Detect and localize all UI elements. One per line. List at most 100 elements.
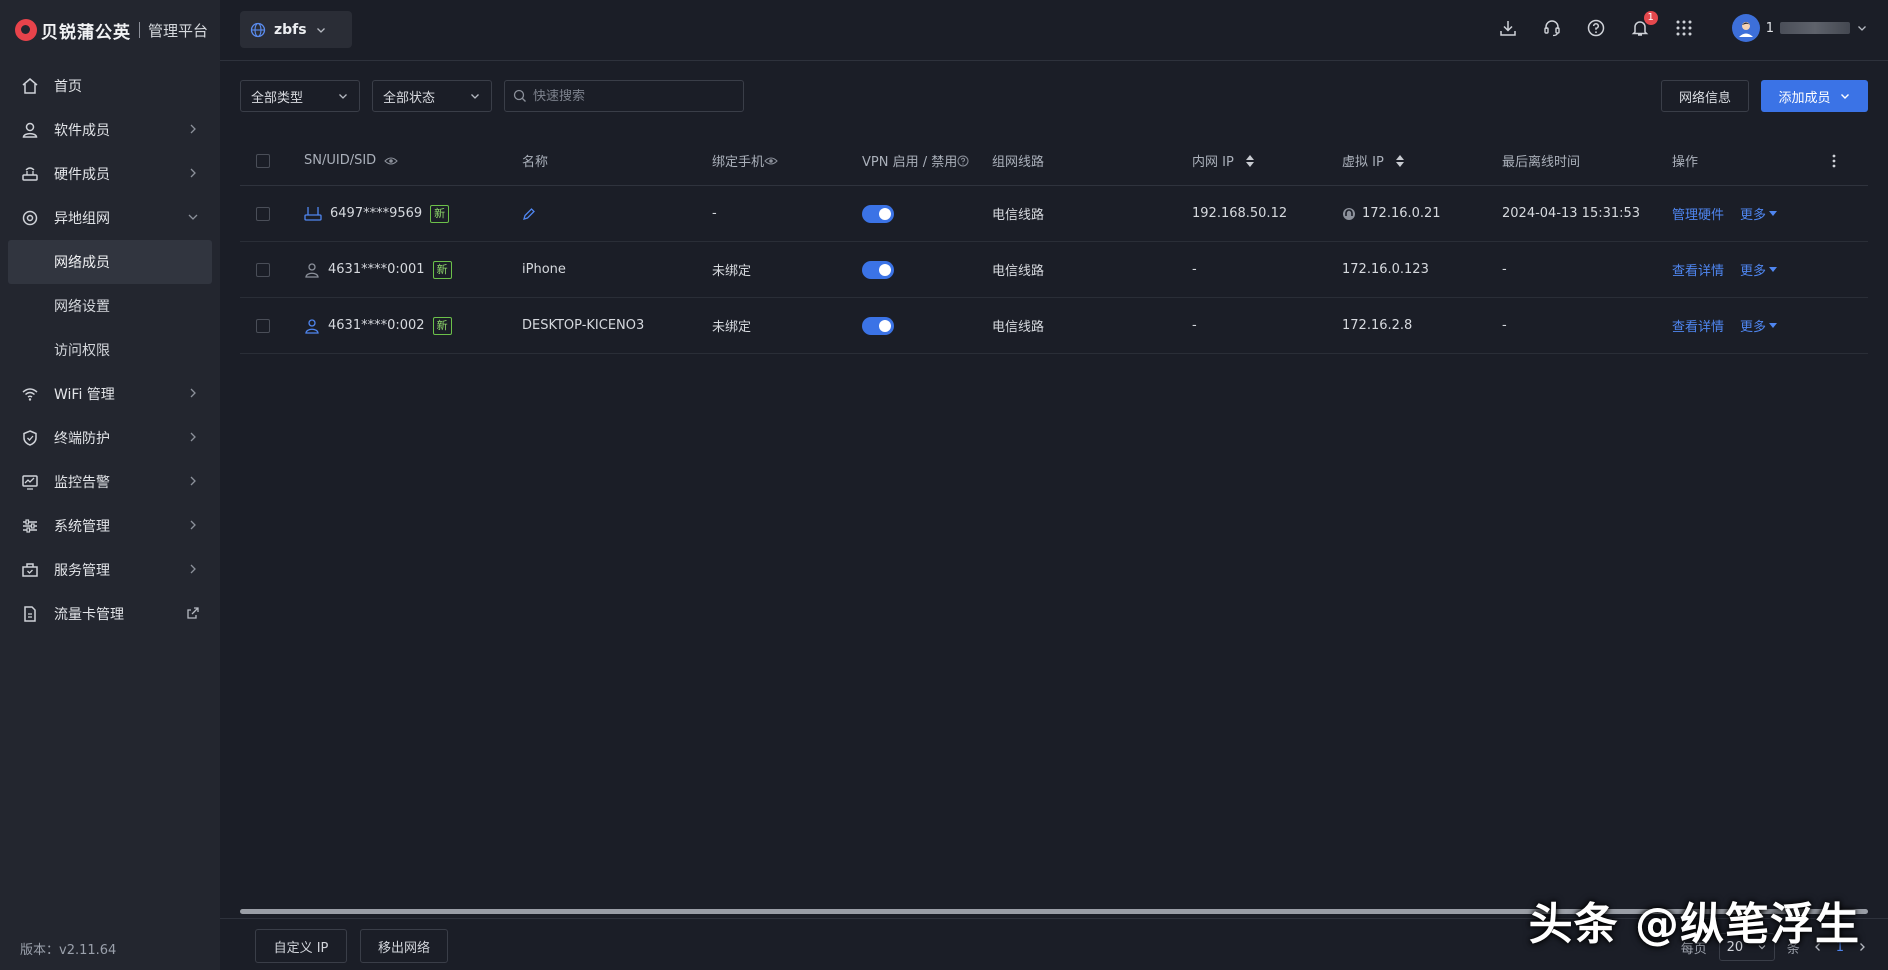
header-vip-label: 虚拟 IP: [1342, 155, 1384, 170]
help-icon[interactable]: [957, 155, 969, 167]
sidebar-item-data-card[interactable]: 流量卡管理: [0, 592, 220, 636]
cell-virtual-ip: 172.16.0.21: [1342, 206, 1502, 221]
manage-hardware-link[interactable]: 管理硬件: [1672, 204, 1724, 223]
sidebar-item-software-members[interactable]: 软件成员: [0, 108, 220, 152]
more-actions-dropdown[interactable]: 更多: [1740, 260, 1778, 279]
sidebar-item-wifi[interactable]: WiFi 管理: [0, 372, 220, 416]
row-checkbox[interactable]: [256, 318, 270, 333]
chevron-right-icon: [190, 520, 196, 530]
vpn-toggle[interactable]: [862, 204, 894, 223]
external-link-icon: [187, 607, 199, 619]
brand-logo[interactable]: 贝锐蒲公英 管理平台: [0, 0, 220, 60]
eye-icon[interactable]: [384, 156, 398, 166]
more-actions-dropdown[interactable]: 更多: [1740, 204, 1778, 223]
cell-vpn: [862, 316, 992, 335]
header-vpn: VPN 启用 / 禁用: [862, 151, 992, 170]
eye-icon[interactable]: [764, 156, 778, 166]
shield-icon: [20, 428, 40, 448]
sidebar: 贝锐蒲公英 管理平台 首页 软件成员 硬件成员 异地组网 网络成员 网络设置 访…: [0, 0, 220, 970]
header-ops: 操作: [1672, 155, 1699, 170]
more-label: 更多: [1740, 208, 1767, 223]
sn-value: 4631****0:002: [328, 318, 425, 333]
new-badge: 新: [430, 204, 450, 223]
router-icon: [20, 164, 40, 184]
status-filter-select[interactable]: 全部状态: [372, 80, 492, 112]
user-icon: [305, 318, 319, 334]
network-info-button[interactable]: 网络信息: [1661, 80, 1749, 112]
cell-last-offline: -: [1502, 262, 1507, 277]
sidebar-item-label: 异地组网: [54, 211, 110, 227]
sidebar-item-hardware-members[interactable]: 硬件成员: [0, 152, 220, 196]
sort-icon: [1395, 154, 1404, 167]
column-settings-icon[interactable]: [1822, 154, 1846, 168]
sidebar-item-label: 流量卡管理: [54, 607, 124, 623]
cell-lan-ip: -: [1192, 318, 1197, 333]
sidebar-item-label: 终端防护: [54, 431, 110, 447]
header-sn-label: SN/UID/SID: [304, 153, 377, 168]
table-row: 4631****0:002 新 DESKTOP-KICENO3 未绑定 电信线路…: [240, 298, 1868, 354]
sidebar-item-system[interactable]: 系统管理: [0, 504, 220, 548]
row-checkbox[interactable]: [256, 206, 270, 221]
support-headset-icon[interactable]: [1540, 16, 1564, 40]
user-name-redacted: [1780, 22, 1850, 34]
view-details-link[interactable]: 查看详情: [1672, 316, 1724, 335]
sidebar-item-remote-network[interactable]: 异地组网: [0, 196, 220, 240]
vpn-toggle[interactable]: [862, 260, 894, 279]
more-actions-dropdown[interactable]: 更多: [1740, 316, 1778, 335]
help-icon[interactable]: [1584, 16, 1608, 40]
cell-lan-ip: -: [1192, 262, 1197, 277]
sidebar-item-services[interactable]: 服务管理: [0, 548, 220, 592]
network-selector[interactable]: zbfs: [240, 11, 352, 48]
app-version: 版本：v2.11.64: [20, 943, 117, 958]
chevron-right-icon: [190, 124, 196, 134]
sidebar-item-endpoint-protection[interactable]: 终端防护: [0, 416, 220, 460]
sidebar-nav: 首页 软件成员 硬件成员 异地组网 网络成员 网络设置 访问权限 WiFi 管理…: [0, 64, 220, 636]
custom-ip-button[interactable]: 自定义 IP: [255, 929, 347, 963]
cell-sn: 4631****0:001 新: [304, 260, 522, 279]
header-phone: 绑定手机: [712, 151, 862, 170]
type-filter-select[interactable]: 全部类型: [240, 80, 360, 112]
search-input[interactable]: [533, 88, 733, 104]
sidebar-subitem-network-members[interactable]: 网络成员: [8, 240, 212, 284]
sidebar-subitem-access-permissions[interactable]: 访问权限: [0, 328, 220, 372]
user-icon: [20, 120, 40, 140]
cell-line: 电信线路: [992, 264, 1045, 279]
header-sn: SN/UID/SID: [304, 153, 522, 168]
members-table: SN/UID/SID 名称 绑定手机 VPN 启用 / 禁用 组网线路 内网 I…: [240, 136, 1868, 354]
edit-pencil-icon[interactable]: [522, 207, 536, 221]
apps-grid-icon[interactable]: [1672, 16, 1696, 40]
select-all-checkbox[interactable]: [256, 153, 270, 168]
brand-name: 贝锐蒲公英: [41, 22, 131, 43]
cell-ops: 查看详情 更多: [1672, 260, 1822, 279]
table-row: 6497****9569 新 - 电信线路 192.168.50.12 172.…: [240, 186, 1868, 242]
view-details-link[interactable]: 查看详情: [1672, 260, 1724, 279]
watermark: 头条 @纵笔浮生: [1528, 899, 1860, 950]
user-menu[interactable]: 1: [1731, 14, 1868, 42]
sidebar-subitem-network-settings[interactable]: 网络设置: [0, 284, 220, 328]
add-member-button[interactable]: 添加成员: [1761, 80, 1868, 112]
header-lan-ip[interactable]: 内网 IP: [1192, 151, 1342, 170]
cell-phone: 未绑定: [712, 320, 752, 335]
cell-phone: 未绑定: [712, 264, 752, 279]
status-filter-value: 全部状态: [383, 90, 436, 106]
new-badge: 新: [432, 260, 452, 279]
remove-from-network-button[interactable]: 移出网络: [360, 929, 448, 963]
header-virtual-ip[interactable]: 虚拟 IP: [1342, 151, 1502, 170]
row-checkbox[interactable]: [256, 262, 270, 277]
chevron-right-icon: [190, 476, 196, 486]
home-icon: [20, 76, 40, 96]
sidebar-item-monitoring[interactable]: 监控告警: [0, 460, 220, 504]
chevron-down-icon: [1858, 26, 1866, 31]
download-icon[interactable]: [1496, 16, 1520, 40]
sidebar-item-home[interactable]: 首页: [0, 64, 220, 108]
sort-icon: [1245, 154, 1254, 167]
sidebar-item-label: 系统管理: [54, 519, 110, 535]
vpn-toggle[interactable]: [862, 316, 894, 335]
chevron-down-icon: [188, 214, 198, 220]
cell-last-offline: -: [1502, 318, 1507, 333]
header-last-offline: 最后离线时间: [1502, 155, 1581, 170]
row-select-cell: [256, 206, 278, 221]
notification-bell-icon[interactable]: 1: [1628, 11, 1658, 40]
cell-lan-ip: 192.168.50.12: [1192, 206, 1288, 221]
brand-divider: [139, 22, 140, 38]
